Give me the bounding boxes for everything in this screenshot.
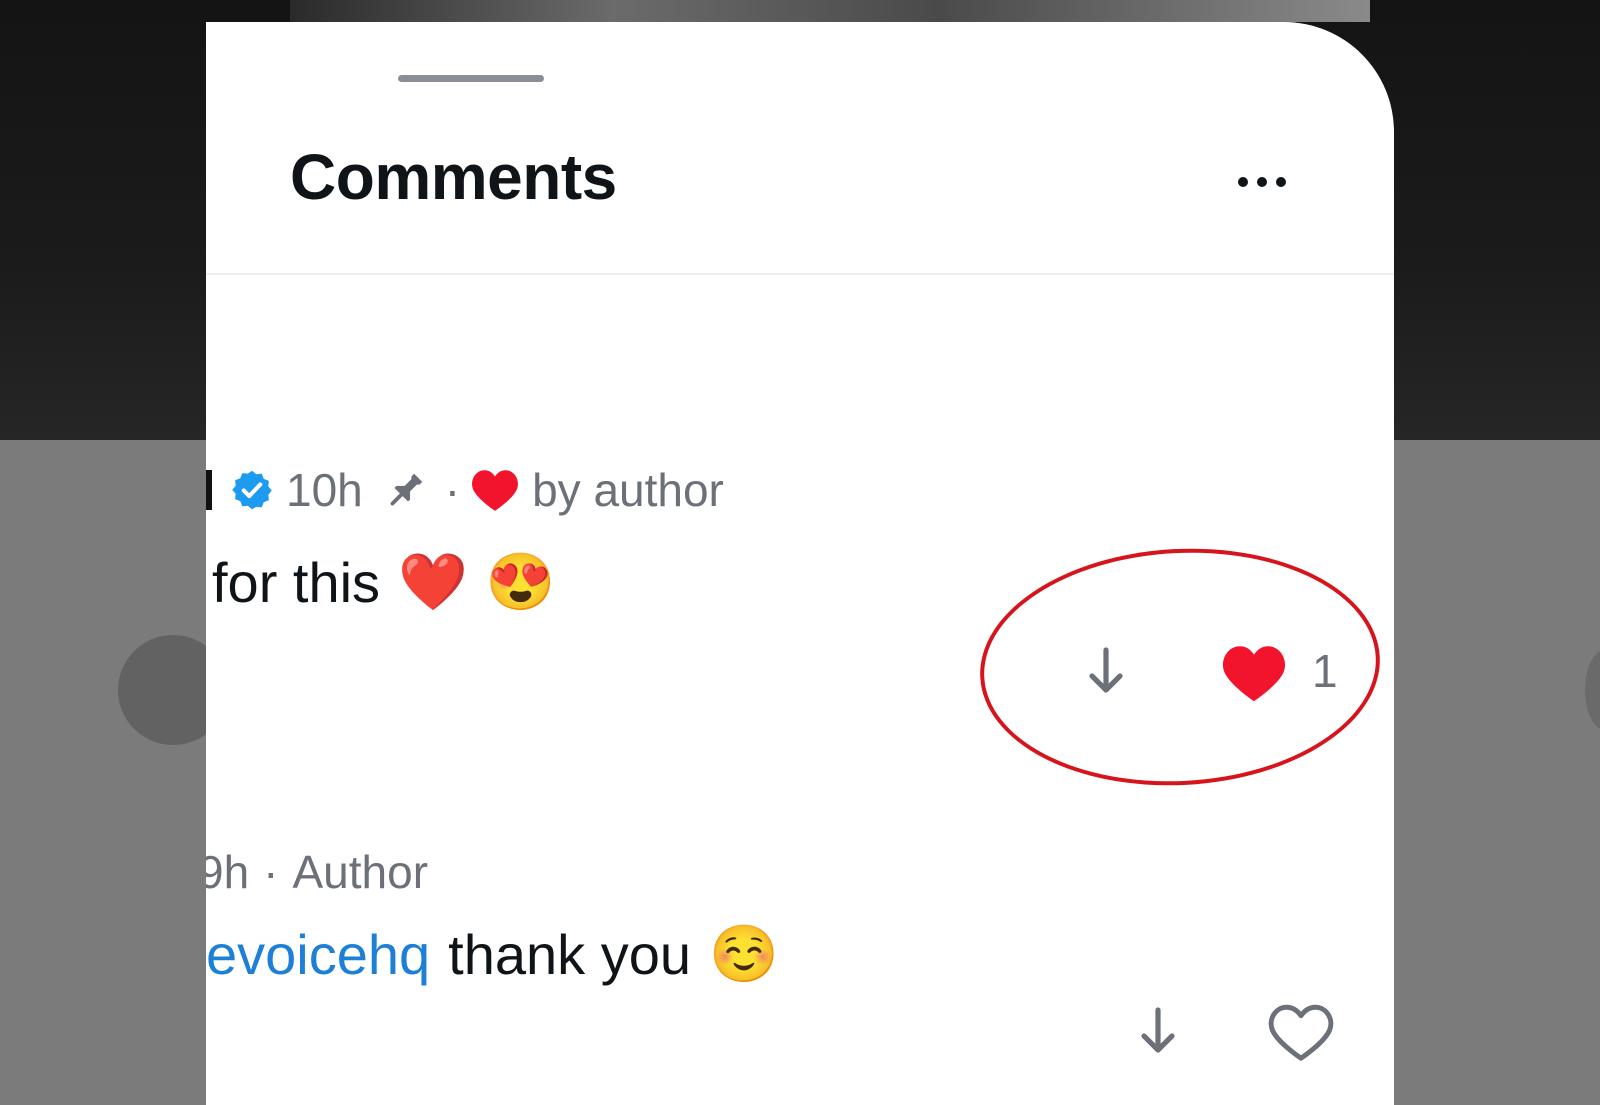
author-liked-heart-icon	[472, 470, 519, 511]
comment-body: for this	[212, 550, 381, 614]
author-role-label: Author	[292, 846, 429, 898]
mention-link[interactable]: evoicehq	[206, 922, 430, 987]
backdrop-image-strip	[290, 0, 1370, 22]
liked-by-author-label: by author	[532, 464, 724, 516]
more-options-button[interactable]	[1222, 162, 1302, 202]
meta-separator: ·	[444, 464, 461, 516]
red-heart-emoji: ❤️	[398, 550, 468, 613]
heart-eyes-emoji: 😍	[485, 550, 556, 613]
ellipsis-icon	[1276, 177, 1286, 187]
sheet-grabber[interactable]	[398, 75, 544, 82]
down-arrow-icon[interactable]	[1138, 1006, 1178, 1058]
sheet-title: Comments	[290, 141, 617, 213]
comment-time: 10h	[286, 464, 363, 516]
ellipsis-icon	[1238, 177, 1248, 187]
comment-meta: 10h · by author	[206, 462, 724, 518]
ellipsis-icon	[1257, 177, 1267, 187]
comment-meta: 9h · Author	[206, 842, 428, 902]
comment-text: evoicehq thank you ☺️	[206, 912, 779, 996]
verified-badge-icon	[232, 470, 272, 510]
header-divider	[206, 273, 1394, 275]
username-truncated[interactable]	[206, 470, 212, 510]
comment-body: thank you	[448, 922, 692, 986]
comment-text: for this ❤️ 😍	[212, 542, 556, 622]
pin-icon	[390, 473, 423, 506]
like-heart-outline-icon[interactable]	[1266, 1000, 1336, 1064]
comment-time: 9h	[206, 846, 250, 898]
smiling-face-emoji: ☺️	[709, 922, 779, 985]
meta-separator: ·	[263, 846, 279, 898]
